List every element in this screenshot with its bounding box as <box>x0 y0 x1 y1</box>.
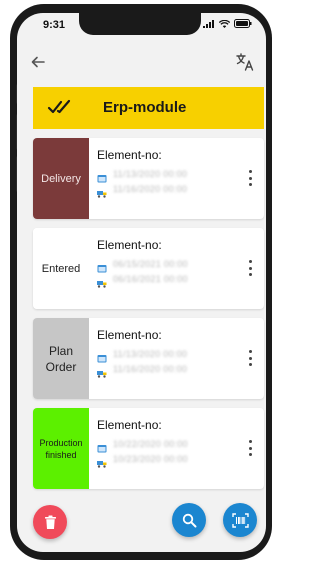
truck-icon <box>97 365 107 378</box>
translate-icon[interactable] <box>236 53 254 71</box>
banner-title: Erp-module <box>103 99 187 116</box>
truck-icon <box>97 275 107 288</box>
calendar-icon <box>97 350 107 362</box>
more-vert-icon[interactable] <box>248 260 252 276</box>
element-no-label: Element-no: <box>97 148 162 162</box>
end-date-row: 10/23/2020 00:00 <box>97 451 237 468</box>
start-date: 11/13/2020 00:00 <box>113 168 188 179</box>
end-date: 06/16/2021 00:00 <box>113 273 188 284</box>
order-card[interactable]: Plan Order Element-no: 11/13/2020 00:00 … <box>33 318 264 399</box>
card-body: Element-no: 11/13/2020 00:00 11/16/2020 … <box>97 328 237 378</box>
calendar-icon <box>97 440 107 452</box>
barcode-scan-icon <box>231 512 249 528</box>
app-bar <box>17 49 266 79</box>
card-body: Element-no: 11/13/2020 00:00 11/16/2020 … <box>97 148 237 198</box>
card-body: Element-no: 06/15/2021 00:00 06/16/2021 … <box>97 238 237 288</box>
search-icon <box>182 513 196 527</box>
calendar-icon <box>97 260 107 272</box>
double-check-icon <box>47 99 77 120</box>
signal-icon <box>203 19 214 28</box>
truck-icon <box>97 185 107 198</box>
notch <box>79 13 201 35</box>
element-no-label: Element-no: <box>97 238 162 252</box>
status-badge: Entered <box>33 228 89 309</box>
battery-icon <box>234 19 252 28</box>
more-vert-icon[interactable] <box>248 170 252 186</box>
status-badge: Plan Order <box>33 318 89 399</box>
delete-button[interactable] <box>33 505 67 539</box>
start-date: 11/13/2020 00:00 <box>113 348 188 359</box>
start-date: 10/22/2020 00:00 <box>113 438 188 449</box>
arrow-left-icon[interactable] <box>31 55 45 73</box>
start-date-row: 10/22/2020 00:00 <box>97 436 237 452</box>
start-date-row: 11/13/2020 00:00 <box>97 346 237 362</box>
status-badge: Production finished <box>33 408 89 489</box>
truck-icon <box>97 455 107 468</box>
calendar-icon <box>97 170 107 182</box>
more-vert-icon[interactable] <box>248 440 252 456</box>
app-screen: 9:31 Erp-module Delivery Element-no: 11/… <box>17 13 266 552</box>
scan-barcode-button[interactable] <box>223 503 257 537</box>
module-banner: Erp-module <box>33 87 264 129</box>
end-date: 11/16/2020 00:00 <box>113 183 188 194</box>
status-time: 9:31 <box>43 19 66 31</box>
end-date: 10/23/2020 00:00 <box>113 453 188 464</box>
order-card[interactable]: Entered Element-no: 06/15/2021 00:00 06/… <box>33 228 264 309</box>
more-vert-icon[interactable] <box>248 350 252 366</box>
end-date-row: 06/16/2021 00:00 <box>97 271 237 288</box>
order-card[interactable]: Delivery Element-no: 11/13/2020 00:00 11… <box>33 138 264 219</box>
end-date: 11/16/2020 00:00 <box>113 363 188 374</box>
end-date-row: 11/16/2020 00:00 <box>97 181 237 198</box>
status-badge: Delivery <box>33 138 89 219</box>
element-no-label: Element-no: <box>97 328 162 342</box>
trash-icon <box>44 515 56 529</box>
search-button[interactable] <box>172 503 206 537</box>
start-date-row: 06/15/2021 00:00 <box>97 256 237 272</box>
status-icons <box>203 19 252 28</box>
wifi-icon <box>219 19 230 28</box>
card-body: Element-no: 10/22/2020 00:00 10/23/2020 … <box>97 418 237 468</box>
end-date-row: 11/16/2020 00:00 <box>97 361 237 378</box>
start-date-row: 11/13/2020 00:00 <box>97 166 237 182</box>
order-card[interactable]: Production finished Element-no: 10/22/20… <box>33 408 264 489</box>
start-date: 06/15/2021 00:00 <box>113 258 188 269</box>
element-no-label: Element-no: <box>97 418 162 432</box>
